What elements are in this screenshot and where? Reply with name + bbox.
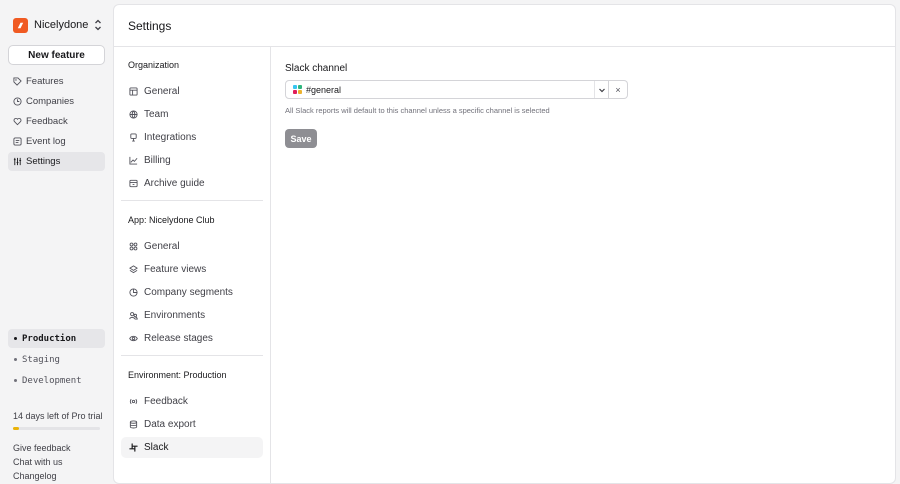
- slack-channel-select[interactable]: #general: [285, 80, 609, 99]
- slack-icon: [129, 443, 138, 452]
- env-label: Production: [22, 333, 77, 344]
- sidebar-nav: Features Companies Feedback Event log Se…: [8, 72, 105, 172]
- sidebar: Nicelydone C… New feature Features Compa…: [0, 0, 113, 484]
- subnav-item-label: Archive guide: [144, 178, 205, 189]
- clear-selection-button[interactable]: ×: [609, 80, 628, 99]
- sidebar-item-event-log[interactable]: Event log: [8, 132, 105, 151]
- subnav-item-billing[interactable]: Billing: [121, 150, 263, 171]
- subnav-item-label: Release stages: [144, 333, 213, 344]
- environment-list: Production Staging Development: [8, 329, 105, 392]
- chat-with-us-link[interactable]: Chat with us: [13, 455, 71, 469]
- sidebar-item-label: Event log: [26, 136, 66, 147]
- subnav-item-company-segments[interactable]: Company segments: [121, 282, 263, 303]
- org-switcher[interactable]: Nicelydone C…: [13, 17, 103, 33]
- sidebar-item-label: Feedback: [26, 116, 68, 127]
- subnav-item-label: Billing: [144, 155, 171, 166]
- subnav-item-environments[interactable]: Environments: [121, 305, 263, 326]
- plug-icon: [130, 133, 137, 142]
- trial-text: 14 days left of Pro trial: [13, 411, 103, 421]
- subnav-item-label: General: [144, 86, 180, 97]
- sidebar-item-label: Features: [26, 76, 64, 87]
- sidebar-item-companies[interactable]: Companies: [8, 92, 105, 111]
- subnav-item-env-feedback[interactable]: Feedback: [121, 391, 263, 412]
- status-dot: [14, 337, 17, 340]
- subnav-item-label: Slack: [144, 442, 169, 453]
- settings-subnav: Organization General Team Integrations B…: [114, 47, 271, 483]
- sidebar-item-settings[interactable]: Settings: [8, 152, 105, 171]
- new-feature-button[interactable]: New feature: [8, 45, 105, 65]
- subnav-item-archive-guide[interactable]: Archive guide: [121, 173, 263, 194]
- trial-progress-bar: [13, 427, 100, 430]
- page-title: Settings: [114, 5, 895, 47]
- sliders-icon: [13, 157, 22, 166]
- subnav-item-release-stages[interactable]: Release stages: [121, 328, 263, 349]
- slack-logo-icon: [293, 85, 302, 94]
- slack-channel-field: #general ×: [285, 80, 628, 99]
- subnav-item-feature-views[interactable]: Feature views: [121, 259, 263, 280]
- trial-status: 14 days left of Pro trial: [13, 411, 103, 430]
- status-dot: [14, 379, 17, 382]
- eye-icon: [129, 335, 138, 342]
- subnav-item-label: Environments: [144, 310, 206, 321]
- group-title-app: App: Nicelydone Club: [128, 215, 215, 225]
- trial-progress-fill: [13, 427, 20, 430]
- users-icon: [129, 312, 138, 320]
- subnav-item-app-general[interactable]: General: [121, 236, 263, 257]
- subnav-item-label: Data export: [144, 419, 196, 430]
- save-button[interactable]: Save: [285, 129, 317, 148]
- env-label: Development: [22, 375, 82, 386]
- main-panel: Settings Organization General Team Integ…: [113, 4, 896, 484]
- subnav-item-label: General: [144, 241, 180, 252]
- slack-channel-value: #general: [306, 84, 342, 95]
- subnav-item-integrations[interactable]: Integrations: [121, 127, 263, 148]
- chevron-down-icon[interactable]: [594, 81, 608, 98]
- chart-line-icon: [129, 156, 138, 165]
- subnav-item-data-export[interactable]: Data export: [121, 414, 263, 435]
- env-development[interactable]: Development: [8, 371, 105, 390]
- give-feedback-link[interactable]: Give feedback: [13, 441, 71, 455]
- subnav-item-label: Feature views: [144, 264, 207, 275]
- broadcast-icon: [129, 398, 138, 405]
- changelog-link[interactable]: Changelog: [13, 469, 71, 483]
- footer-links: Give feedback Chat with us Changelog: [13, 441, 71, 483]
- archive-icon: [129, 179, 138, 188]
- pie-chart-icon: [129, 288, 138, 297]
- group-title-organization: Organization: [128, 60, 180, 70]
- database-icon: [129, 420, 138, 429]
- env-label: Staging: [22, 354, 60, 365]
- sidebar-item-label: Settings: [26, 156, 61, 167]
- subnav-item-slack[interactable]: Slack: [121, 437, 263, 458]
- env-production[interactable]: Production: [8, 329, 105, 348]
- clock-icon: [13, 97, 22, 106]
- sidebar-item-feedback[interactable]: Feedback: [8, 112, 105, 131]
- subnav-item-label: Feedback: [144, 396, 188, 407]
- layout-icon: [129, 87, 138, 96]
- subnav-item-team[interactable]: Team: [121, 104, 263, 125]
- heart-icon: [13, 118, 22, 126]
- list-icon: [13, 137, 22, 146]
- group-title-environment: Environment: Production: [128, 370, 227, 380]
- slack-channel-help: All Slack reports will default to this c…: [285, 106, 550, 115]
- tag-icon: [13, 77, 22, 86]
- sidebar-item-label: Companies: [26, 96, 75, 107]
- subnav-item-label: Company segments: [144, 287, 233, 298]
- env-staging[interactable]: Staging: [8, 350, 105, 369]
- subnav-item-org-general[interactable]: General: [121, 81, 263, 102]
- chevron-up-down-icon: [95, 19, 101, 31]
- sidebar-item-features[interactable]: Features: [8, 72, 105, 91]
- subnav-item-label: Team: [144, 109, 169, 120]
- org-logo: [13, 17, 28, 33]
- layers-icon: [129, 265, 138, 274]
- globe-icon: [129, 110, 138, 119]
- slack-channel-label: Slack channel: [285, 63, 348, 74]
- org-name: Nicelydone C…: [34, 19, 91, 31]
- slack-settings-form: Slack channel #general × All Slack repor…: [285, 63, 628, 148]
- subnav-item-label: Integrations: [144, 132, 197, 143]
- status-dot: [14, 358, 17, 361]
- grid-icon: [129, 242, 138, 251]
